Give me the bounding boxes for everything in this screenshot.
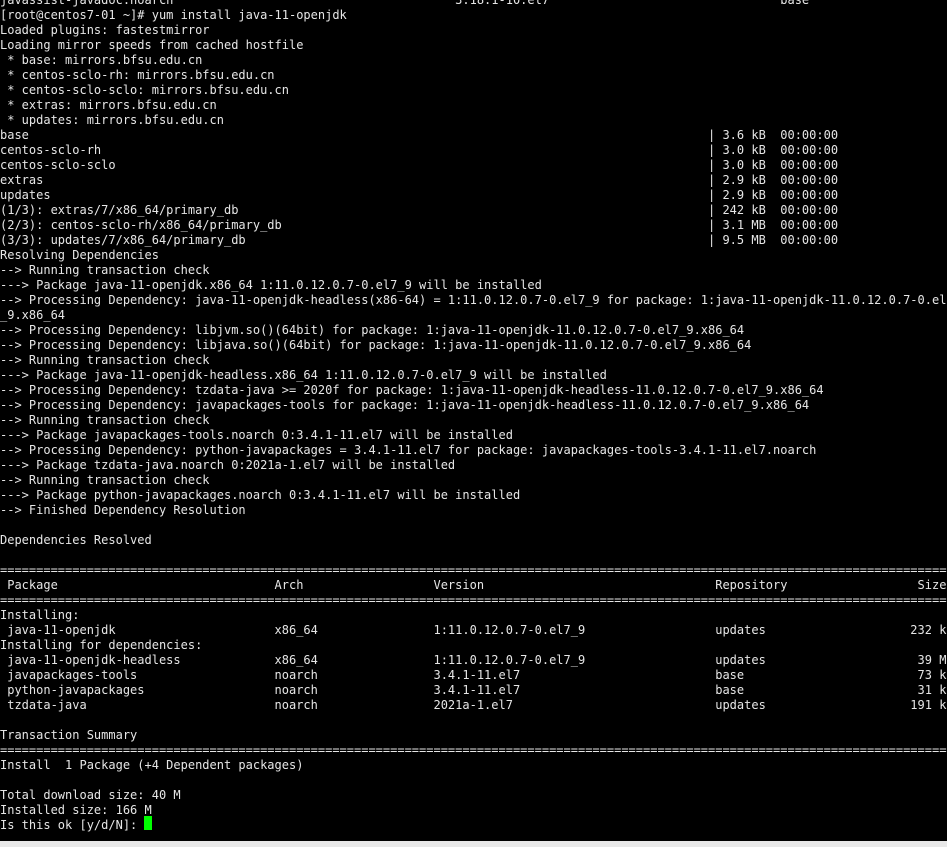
terminal-line: centos-sclo-sclo | 3.0 kB 00:00:00 <box>0 158 839 172</box>
terminal-line: tzdata-java noarch 2021a-1.el7 updates 1… <box>0 698 947 712</box>
terminal-line: Loaded plugins: fastestmirror <box>0 23 210 37</box>
terminal-line: python-javapackages noarch 3.4.1-11.el7 … <box>0 683 947 697</box>
terminal-line: Installing: <box>0 608 80 622</box>
window-bottom-edge <box>0 841 947 847</box>
terminal-line: --> Running transaction check <box>0 413 210 427</box>
terminal-line: * centos-sclo-sclo: mirrors.bfsu.edu.cn <box>0 83 289 97</box>
terminal-line: extras | 2.9 kB 00:00:00 <box>0 173 839 187</box>
terminal-line: _9.x86_64 <box>0 308 66 322</box>
terminal-line: [root@centos7-01 ~]# yum install java-11… <box>0 8 347 22</box>
terminal-line: Resolving Dependencies <box>0 248 159 262</box>
terminal-window[interactable]: javassist-javadoc.noarch 3.18.1-10.el7 b… <box>0 0 947 847</box>
terminal-line: * base: mirrors.bfsu.edu.cn <box>0 53 203 67</box>
terminal-line: Package Arch Version Repository Size <box>0 578 947 592</box>
terminal-line: (1/3): extras/7/x86_64/primary_db | 242 … <box>0 203 839 217</box>
terminal-line: --> Running transaction check <box>0 353 210 367</box>
terminal-line: ========================================… <box>0 593 947 607</box>
terminal-line: ========================================… <box>0 743 947 757</box>
terminal-line: --> Processing Dependency: tzdata-java >… <box>0 383 824 397</box>
terminal-line: --> Processing Dependency: java-11-openj… <box>0 293 947 307</box>
terminal-line: base | 3.6 kB 00:00:00 <box>0 128 839 142</box>
terminal-line: ---> Package python-javapackages.noarch … <box>0 488 521 502</box>
terminal-line: ---> Package java-11-openjdk.x86_64 1:11… <box>0 278 542 292</box>
terminal-line: javapackages-tools noarch 3.4.1-11.el7 b… <box>0 668 947 682</box>
terminal-line: --> Processing Dependency: libjvm.so()(6… <box>0 323 745 337</box>
terminal-line: Total download size: 40 M <box>0 788 181 802</box>
terminal-line: java-11-openjdk x86_64 1:11.0.12.0.7-0.e… <box>0 623 947 637</box>
terminal-line: --> Running transaction check <box>0 263 210 277</box>
terminal-line: --> Running transaction check <box>0 473 210 487</box>
terminal-line: java-11-openjdk-headless x86_64 1:11.0.1… <box>0 653 947 667</box>
terminal-line: * centos-sclo-rh: mirrors.bfsu.edu.cn <box>0 68 275 82</box>
terminal-line: * extras: mirrors.bfsu.edu.cn <box>0 98 217 112</box>
terminal-line: javassist-javadoc.noarch 3.18.1-10.el7 b… <box>0 0 810 7</box>
terminal-line: Transaction Summary <box>0 728 138 742</box>
terminal-line: ---> Package tzdata-java.noarch 0:2021a-… <box>0 458 456 472</box>
terminal-line: Dependencies Resolved <box>0 533 152 547</box>
terminal-line: centos-sclo-rh | 3.0 kB 00:00:00 <box>0 143 839 157</box>
terminal-line: updates | 2.9 kB 00:00:00 <box>0 188 839 202</box>
terminal-line: --> Processing Dependency: javapackages-… <box>0 398 810 412</box>
terminal-line: --> Finished Dependency Resolution <box>0 503 246 517</box>
terminal-line: (2/3): centos-sclo-rh/x86_64/primary_db … <box>0 218 839 232</box>
terminal-line: ---> Package java-11-openjdk-headless.x8… <box>0 368 607 382</box>
terminal-line: (3/3): updates/7/x86_64/primary_db | 9.5… <box>0 233 839 247</box>
text-cursor <box>144 816 152 830</box>
terminal-line: Installing for dependencies: <box>0 638 203 652</box>
terminal-line: --> Processing Dependency: python-javapa… <box>0 443 817 457</box>
terminal-line: ---> Package javapackages-tools.noarch 0… <box>0 428 513 442</box>
terminal-line: Installed size: 166 M <box>0 803 152 817</box>
terminal-line: * updates: mirrors.bfsu.edu.cn <box>0 113 224 127</box>
terminal-line: ========================================… <box>0 563 947 577</box>
terminal-line: Install 1 Package (+4 Dependent packages… <box>0 758 304 772</box>
terminal-line: --> Processing Dependency: libjava.so()(… <box>0 338 752 352</box>
terminal-line: Loading mirror speeds from cached hostfi… <box>0 38 304 52</box>
terminal-line: Is this ok [y/d/N]: <box>0 818 145 832</box>
